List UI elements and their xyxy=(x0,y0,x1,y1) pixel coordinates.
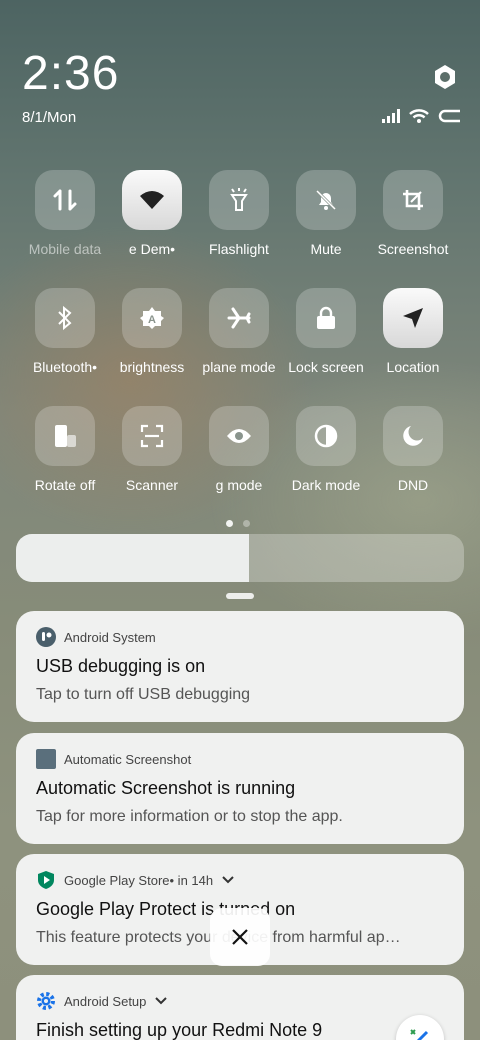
bell-off-icon xyxy=(296,170,356,230)
lock-icon xyxy=(296,288,356,348)
chevron-down-icon[interactable] xyxy=(221,875,235,885)
tools-icon xyxy=(410,1029,429,1040)
notification-text: Tap for more information or to stop the … xyxy=(36,808,343,825)
page-indicator xyxy=(226,520,250,527)
notification-app-name: Android Setup xyxy=(64,993,147,1009)
tile-rotate[interactable]: Rotate off xyxy=(21,406,109,494)
brightness-slider[interactable] xyxy=(16,534,464,582)
tile-reading-mode[interactable]: g mode xyxy=(195,406,283,494)
scanner-icon xyxy=(122,406,182,466)
tile-label: Lock screen xyxy=(288,359,364,375)
bluetooth-icon xyxy=(35,288,95,348)
wifi-icon xyxy=(409,109,429,123)
tile-label: Mobile data xyxy=(28,241,102,257)
app-square-icon xyxy=(36,749,56,769)
tile-label: Flashlight xyxy=(209,241,269,257)
tile-label: Scanner xyxy=(125,477,179,493)
auto-brightness-icon: A xyxy=(122,288,182,348)
tile-airplane-mode[interactable]: plane mode xyxy=(195,288,283,376)
status-clock: 2:36 xyxy=(22,47,120,100)
tile-label: Dark mode xyxy=(291,477,361,493)
mobile-data-icon xyxy=(35,170,95,230)
gear-blue-icon xyxy=(37,992,55,1010)
location-arrow-icon xyxy=(383,288,443,348)
tile-label: e Dem• xyxy=(128,241,176,257)
page-dot-active xyxy=(226,520,233,527)
notification-auto-screenshot[interactable]: Automatic Screenshot Automatic Screensho… xyxy=(16,733,464,844)
moon-icon xyxy=(383,406,443,466)
eye-icon xyxy=(209,406,269,466)
tile-label: DND xyxy=(397,477,429,493)
status-icons xyxy=(382,108,462,124)
tile-label: g mode xyxy=(215,477,263,493)
chevron-down-icon[interactable] xyxy=(154,996,168,1006)
tile-label: plane mode xyxy=(202,359,276,375)
notification-time: • in 14h xyxy=(169,872,214,888)
tile-wifi[interactable]: e Dem• xyxy=(108,170,196,258)
rotate-lock-icon xyxy=(35,406,95,466)
status-date: 8/1/Mon xyxy=(22,109,77,126)
tile-flashlight[interactable]: Flashlight xyxy=(195,170,283,258)
wifi-tile-icon xyxy=(122,170,182,230)
brightness-fill xyxy=(16,534,249,582)
notification-app-name: Android System xyxy=(64,629,156,645)
android-system-icon xyxy=(36,627,56,647)
clear-all-button[interactable] xyxy=(210,908,270,966)
tile-label: Rotate off xyxy=(34,477,96,493)
notification-title: Automatic Screenshot is running xyxy=(36,778,296,798)
tile-label: Bluetooth• xyxy=(32,359,98,375)
battery-icon xyxy=(438,109,460,123)
notification-header: Android Setup xyxy=(36,991,444,1011)
notification-app-name: Automatic Screenshot xyxy=(64,751,192,767)
play-protect-icon xyxy=(38,871,54,889)
notification-header: Google Play Store • in 14h xyxy=(36,870,444,890)
tile-mute[interactable]: Mute xyxy=(282,170,370,258)
tile-location[interactable]: Location xyxy=(369,288,457,376)
tile-dnd[interactable]: DND xyxy=(369,406,457,494)
tile-scanner[interactable]: Scanner xyxy=(108,406,196,494)
notification-title: USB debugging is on xyxy=(36,656,206,676)
crop-icon xyxy=(383,170,443,230)
tile-auto-brightness[interactable]: A brightness xyxy=(108,288,196,376)
airplane-icon xyxy=(209,288,269,348)
flashlight-icon xyxy=(209,170,269,230)
signal-icon xyxy=(382,109,400,123)
tile-screenshot[interactable]: Screenshot xyxy=(369,170,457,258)
notification-app-name: Google Play Store xyxy=(64,872,170,888)
tile-label: brightness xyxy=(119,359,185,375)
notification-header: Android System xyxy=(36,627,444,647)
notification-header: Automatic Screenshot xyxy=(36,749,444,769)
tile-lock-screen[interactable]: Lock screen xyxy=(282,288,370,376)
page-dot xyxy=(243,520,250,527)
svg-text:A: A xyxy=(148,314,156,326)
tile-label: Screenshot xyxy=(377,241,449,257)
settings-gear-icon[interactable] xyxy=(432,64,458,90)
tile-dark-mode[interactable]: Dark mode xyxy=(282,406,370,494)
tile-mobile-data[interactable]: Mobile data xyxy=(21,170,109,258)
drag-handle[interactable] xyxy=(226,593,254,599)
tile-bluetooth[interactable]: Bluetooth• xyxy=(21,288,109,376)
tile-label: Mute xyxy=(310,241,342,257)
notification-usb-debugging[interactable]: Android System USB debugging is on Tap t… xyxy=(16,611,464,722)
close-icon xyxy=(232,929,248,945)
notification-text: Tap to turn off USB debugging xyxy=(36,686,251,703)
dark-mode-icon xyxy=(296,406,356,466)
tile-label: Location xyxy=(386,359,440,375)
notification-title: Finish setting up your Redmi Note 9 xyxy=(36,1020,323,1040)
